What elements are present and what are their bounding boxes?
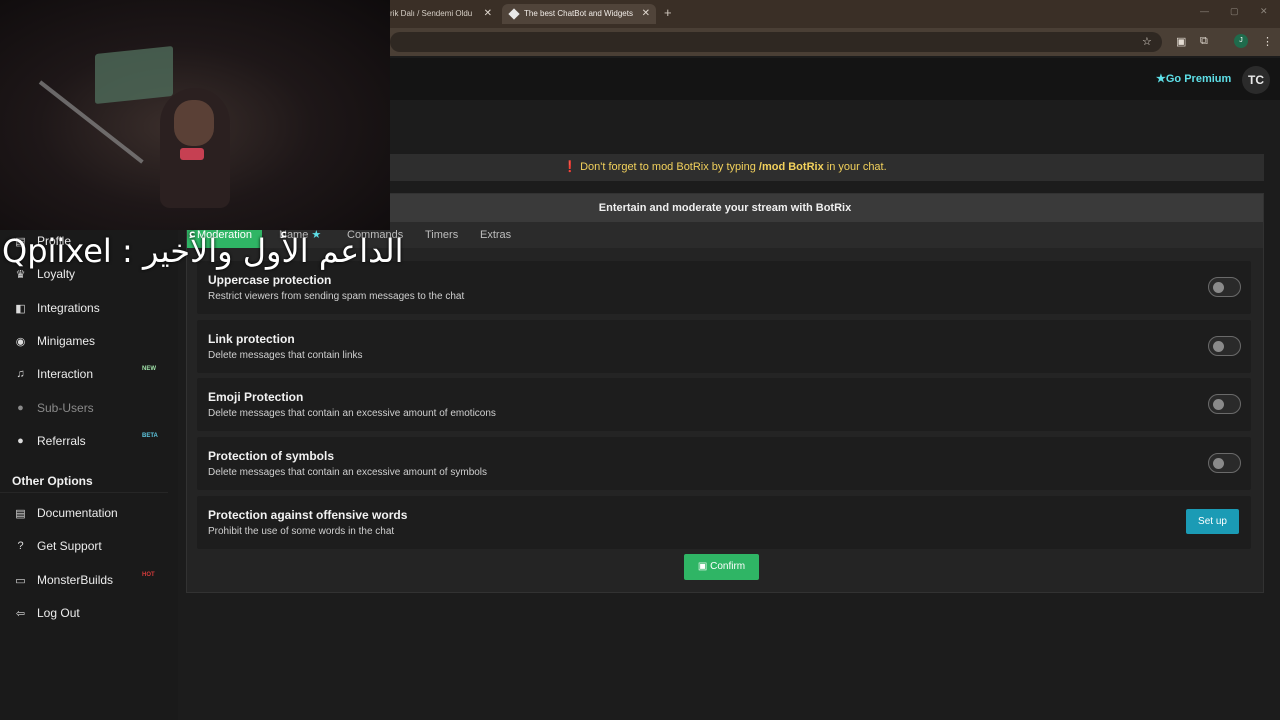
laptop-icon: ▭: [15, 574, 26, 587]
tab-title: The best ChatBot and Widgets: [524, 9, 633, 18]
setting-title: Uppercase protection: [208, 273, 332, 287]
sidebar-item-log-out[interactable]: ⇦ Log Out: [14, 604, 80, 622]
setting-row-link: Link protection Delete messages that con…: [197, 320, 1251, 373]
sidebar-item-label: Referrals: [37, 434, 86, 448]
notice-command: /mod BotRix: [758, 161, 824, 173]
new-badge: NEW: [142, 366, 156, 372]
extensions-icon[interactable]: ⧉: [1200, 35, 1208, 48]
logout-icon: ⇦: [15, 607, 26, 620]
plug-icon: ◧: [15, 302, 26, 315]
question-icon: ?: [17, 540, 24, 552]
emoji-protection-toggle[interactable]: [1208, 394, 1241, 414]
star-icon: ★: [1156, 73, 1166, 85]
user-avatar[interactable]: TC: [1242, 66, 1270, 94]
bookmark-star-icon[interactable]: ☆: [1142, 35, 1152, 48]
save-icon: ▣: [697, 561, 708, 572]
webcam-monitor: [95, 45, 173, 105]
confirm-label: Confirm: [710, 561, 746, 572]
sidebar-item-label: Integrations: [37, 301, 100, 315]
go-premium-link[interactable]: ★Go Premium: [1156, 72, 1231, 85]
setting-title: Link protection: [208, 332, 295, 346]
toggle-knob: [1213, 458, 1224, 469]
gamepad-icon: ◉: [15, 335, 26, 348]
setting-title: Protection against offensive words: [208, 508, 408, 522]
warning-icon: ❗: [563, 161, 578, 173]
sidebar-item-label: Sub-Users: [37, 401, 94, 415]
setting-row-symbols: Protection of symbols Delete messages th…: [197, 437, 1251, 490]
botrix-favicon-icon: [508, 8, 520, 20]
music-icon: ♫: [16, 368, 25, 380]
divider: [0, 492, 168, 493]
tab-timers[interactable]: Timers: [415, 222, 468, 248]
webcam-face: [174, 100, 214, 146]
close-icon[interactable]: ✕: [484, 4, 492, 24]
hot-badge: HOT: [142, 572, 155, 578]
sidebar-item-label: Documentation: [37, 506, 118, 520]
sidebar-item-label: MonsterBuilds: [37, 573, 114, 587]
other-options-heading: Other Options: [12, 474, 93, 488]
tab-title: rik Dalı / Sendemi Oldu: [390, 9, 473, 18]
sidebar-item-label: Interaction: [37, 367, 94, 381]
toggle-knob: [1213, 282, 1224, 293]
setting-title: Emoji Protection: [208, 390, 304, 404]
link-protection-toggle[interactable]: [1208, 336, 1241, 356]
address-bar[interactable]: [390, 32, 1162, 52]
close-icon[interactable]: ✕: [642, 4, 650, 24]
setting-row-offensive-words: Protection against offensive words Prohi…: [197, 496, 1251, 549]
stream-caption-overlay: Qpiixel : الداعم الأول والأخير: [2, 232, 404, 270]
toggle-knob: [1213, 399, 1224, 410]
media-icon[interactable]: ▣: [1176, 35, 1186, 48]
close-window-button[interactable]: ✕: [1260, 6, 1268, 17]
minimize-button[interactable]: —: [1200, 6, 1209, 16]
setting-row-emoji: Emoji Protection Delete messages that co…: [197, 378, 1251, 431]
symbols-protection-toggle[interactable]: [1208, 453, 1241, 473]
sidebar-item-documentation[interactable]: ▤ Documentation: [14, 504, 118, 522]
sidebar-item-label: Get Support: [37, 539, 102, 553]
go-premium-label: Go Premium: [1165, 73, 1232, 85]
notice-text-before: Don't forget to mod BotRix by typing: [580, 161, 759, 173]
webcam-overlay: [0, 0, 390, 230]
setting-description: Restrict viewers from sending spam messa…: [208, 291, 465, 302]
sidebar-item-label: Minigames: [37, 334, 96, 348]
webcam-microphone: [180, 148, 204, 160]
setting-description: Delete messages that contain links: [208, 350, 363, 361]
sidebar-item-minigames[interactable]: ◉ Minigames: [14, 332, 95, 350]
users-icon: ●: [17, 402, 24, 414]
users-icon: ●: [17, 435, 24, 447]
setting-description: Delete messages that contain an excessiv…: [208, 467, 488, 478]
maximize-button[interactable]: ▢: [1230, 6, 1239, 17]
setting-title: Protection of symbols: [208, 449, 335, 463]
notice-text-after: in your chat.: [823, 161, 887, 173]
tab-extras[interactable]: Extras: [470, 222, 521, 248]
scroll-icon: ▤: [15, 507, 26, 520]
browser-menu-icon[interactable]: ⋮: [1262, 35, 1273, 48]
sidebar-item-get-support[interactable]: ? Get Support: [14, 537, 102, 555]
browser-tab[interactable]: rik Dalı / Sendemi Oldu ✕: [390, 4, 498, 24]
sidebar-item-integrations[interactable]: ◧ Integrations: [14, 299, 100, 317]
sidebar-item-monsterbuilds[interactable]: ▭ MonsterBuilds: [14, 571, 113, 589]
browser-tab-active[interactable]: The best ChatBot and Widgets ✕: [502, 4, 656, 24]
beta-badge: BETA: [142, 433, 158, 439]
setting-description: Delete messages that contain an excessiv…: [208, 408, 496, 419]
set-up-button[interactable]: Set up: [1186, 509, 1239, 534]
screen: rik Dalı / Sendemi Oldu ✕ The best ChatB…: [0, 0, 1280, 720]
sidebar-item-interaction[interactable]: ♫ Interaction: [14, 365, 93, 383]
toggle-knob: [1213, 341, 1224, 352]
sidebar-item-referrals[interactable]: ● Referrals: [14, 432, 86, 450]
browser-profile-avatar[interactable]: J: [1234, 34, 1248, 48]
new-tab-button[interactable]: +: [664, 5, 672, 20]
confirm-button[interactable]: ▣ Confirm: [684, 554, 759, 580]
setting-description: Prohibit the use of some words in the ch…: [208, 526, 395, 537]
sidebar-item-sub-users[interactable]: ● Sub-Users: [14, 399, 94, 417]
sidebar-item-label: Log Out: [37, 606, 80, 620]
uppercase-protection-toggle[interactable]: [1208, 277, 1241, 297]
